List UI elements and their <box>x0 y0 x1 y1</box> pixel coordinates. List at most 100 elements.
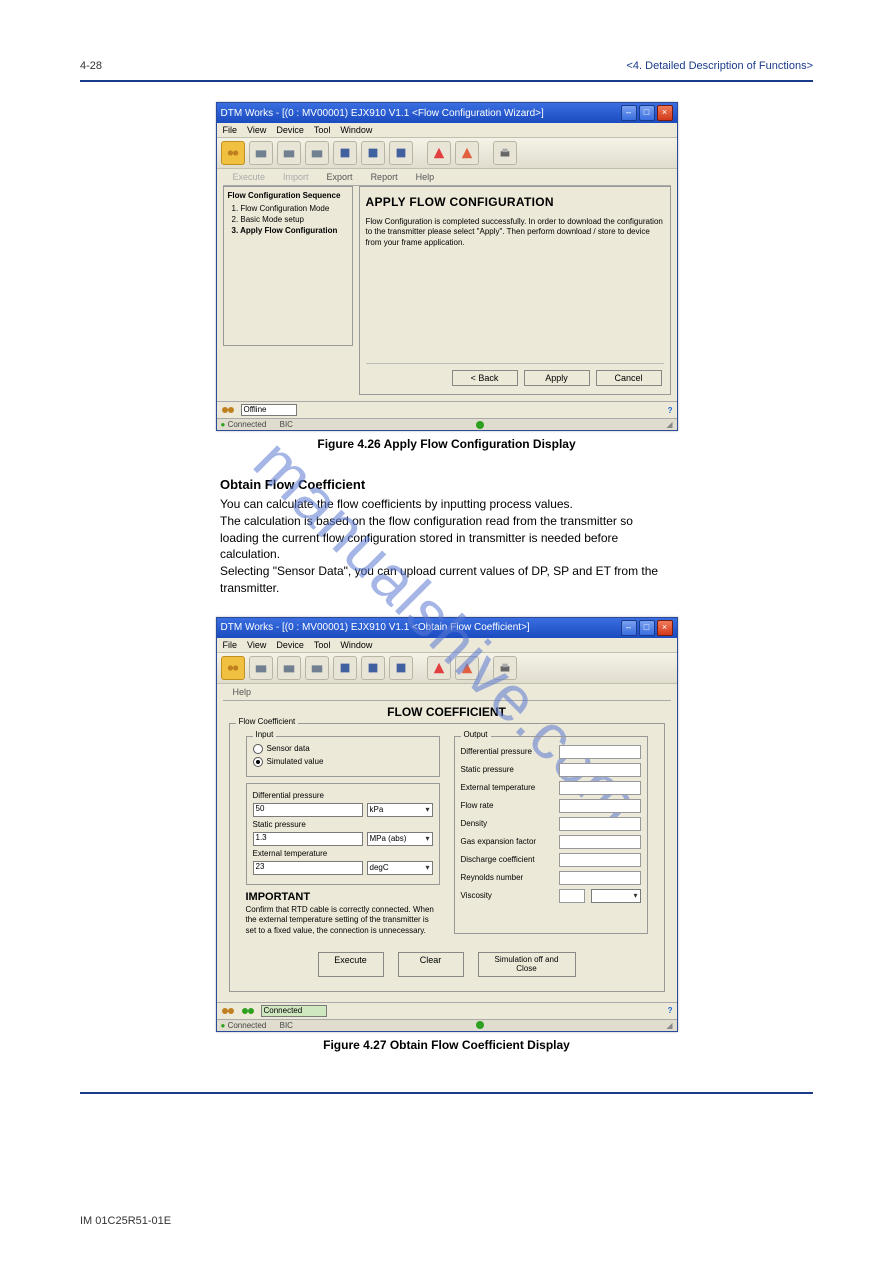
wizard-icon[interactable] <box>455 656 479 680</box>
step-1[interactable]: 1. Flow Configuration Mode <box>232 204 348 213</box>
out-visc-unit[interactable] <box>591 889 641 903</box>
minimize-icon[interactable]: – <box>621 620 637 636</box>
settings-icon[interactable] <box>389 141 413 165</box>
back-button[interactable]: < Back <box>452 370 518 386</box>
settings-icon[interactable] <box>361 141 385 165</box>
important-text: Confirm that RTD cable is correctly conn… <box>246 905 440 936</box>
fig1-menubar: File View Device Tool Window <box>217 123 677 138</box>
wizard-desc: Flow Configuration is completed successf… <box>366 217 664 248</box>
top-rule <box>80 80 813 82</box>
cancel-button[interactable]: Cancel <box>596 370 662 386</box>
settings-icon[interactable] <box>361 656 385 680</box>
fig1-subtabs: Execute Import Export Report Help <box>223 169 671 186</box>
link-icon <box>221 405 235 415</box>
resize-grip-icon[interactable]: ◢ <box>666 420 672 429</box>
close-icon[interactable]: × <box>657 620 673 636</box>
sp-input[interactable]: 1.3 <box>253 832 363 846</box>
et-input[interactable]: 23 <box>253 861 363 875</box>
wizard-icon[interactable] <box>427 141 451 165</box>
close-button[interactable]: Simulation off and Close <box>478 952 576 977</box>
folder-icon[interactable] <box>277 141 301 165</box>
menu-window[interactable]: Window <box>340 125 372 135</box>
radio-simulated-label: Simulated value <box>267 757 324 766</box>
tab-report[interactable]: Report <box>371 172 398 182</box>
tab-help[interactable]: Help <box>416 172 435 182</box>
out-re: Reynolds number <box>461 873 553 882</box>
status-connected: Connected <box>228 420 267 429</box>
fig1-titlebar: DTM Works - [(0 : MV00001) EJX910 V1.1 <… <box>217 103 677 123</box>
folder-icon[interactable] <box>305 141 329 165</box>
print-icon[interactable] <box>493 656 517 680</box>
step-3[interactable]: 3. Apply Flow Configuration <box>232 226 348 235</box>
folder-icon[interactable] <box>249 141 273 165</box>
menu-device[interactable]: Device <box>276 640 304 650</box>
sp-unit[interactable]: MPa (abs) <box>367 832 433 846</box>
tool-icon[interactable] <box>221 141 245 165</box>
folder-icon[interactable] <box>277 656 301 680</box>
out-visc: Viscosity <box>461 891 553 900</box>
settings-icon[interactable] <box>389 656 413 680</box>
out-flow: Flow rate <box>461 801 553 810</box>
bottom-rule <box>80 1092 813 1094</box>
wizard-icon[interactable] <box>427 656 451 680</box>
menu-file[interactable]: File <box>223 640 238 650</box>
execute-button[interactable]: Execute <box>318 952 384 977</box>
tab-export[interactable]: Export <box>327 172 353 182</box>
out-sp: Static pressure <box>461 765 553 774</box>
radio-sensor-label: Sensor data <box>267 744 310 753</box>
dp-label: Differential pressure <box>253 791 345 800</box>
radio-sensor[interactable]: Sensor data <box>253 744 433 754</box>
link-icon <box>241 1006 255 1016</box>
help-icon[interactable]: ? <box>668 1006 673 1015</box>
menu-device[interactable]: Device <box>276 125 304 135</box>
link-icon <box>221 1006 235 1016</box>
out-sp-val <box>559 763 641 777</box>
radio-simulated[interactable]: Simulated value <box>253 757 433 767</box>
menu-tool[interactable]: Tool <box>314 640 331 650</box>
clear-button[interactable]: Clear <box>398 952 464 977</box>
help-icon[interactable]: ? <box>668 406 673 415</box>
tab-help[interactable]: Help <box>233 687 252 697</box>
fig2-caption: Figure 4.27 Obtain Flow Coefficient Disp… <box>323 1038 570 1052</box>
fig2-title: DTM Works - [(0 : MV00001) EJX910 V1.1 <… <box>221 622 530 633</box>
folder-icon[interactable] <box>249 656 273 680</box>
out-density-val <box>559 817 641 831</box>
out-dp: Differential pressure <box>461 747 553 756</box>
flow-coef-group: Flow Coefficient <box>236 717 299 726</box>
out-visc-val <box>559 889 585 903</box>
dp-input[interactable]: 50 <box>253 803 363 817</box>
close-icon[interactable]: × <box>657 105 673 121</box>
section-heading: Obtain Flow Coefficient <box>220 477 813 492</box>
settings-icon[interactable] <box>333 141 357 165</box>
menu-tool[interactable]: Tool <box>314 125 331 135</box>
tab-execute[interactable]: Execute <box>233 172 266 182</box>
maximize-icon[interactable]: □ <box>639 105 655 121</box>
section-text: You can calculate the flow coefficients … <box>220 496 673 597</box>
status-field: Offline <box>241 404 297 416</box>
print-icon[interactable] <box>493 141 517 165</box>
important-heading: IMPORTANT <box>246 891 440 903</box>
maximize-icon[interactable]: □ <box>639 620 655 636</box>
resize-grip-icon[interactable]: ◢ <box>666 1021 672 1030</box>
step-2[interactable]: 2. Basic Mode setup <box>232 215 348 224</box>
wizard-icon[interactable] <box>455 141 479 165</box>
menu-file[interactable]: File <box>223 125 238 135</box>
tab-import[interactable]: Import <box>283 172 309 182</box>
output-group: Output <box>461 730 491 739</box>
status-dot <box>476 421 484 429</box>
menu-view[interactable]: View <box>247 125 266 135</box>
tool-icon[interactable] <box>221 656 245 680</box>
settings-icon[interactable] <box>333 656 357 680</box>
folder-icon[interactable] <box>305 656 329 680</box>
status-dot <box>476 1021 484 1029</box>
et-unit[interactable]: degC <box>367 861 433 875</box>
menu-view[interactable]: View <box>247 640 266 650</box>
out-et: External temperature <box>461 783 553 792</box>
fig2-status1: Connected ? <box>217 1002 677 1019</box>
et-label: External temperature <box>253 849 345 858</box>
minimize-icon[interactable]: – <box>621 105 637 121</box>
menu-window[interactable]: Window <box>340 640 372 650</box>
wizard-main: APPLY FLOW CONFIGURATION Flow Configurat… <box>359 186 671 395</box>
apply-button[interactable]: Apply <box>524 370 590 386</box>
dp-unit[interactable]: kPa <box>367 803 433 817</box>
